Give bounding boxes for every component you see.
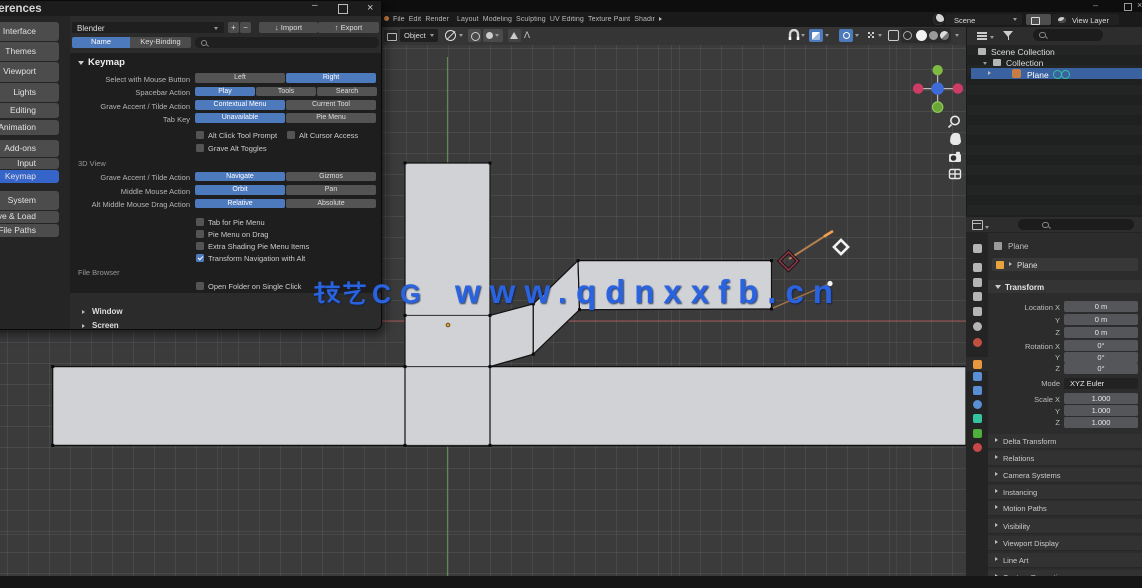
svg-text:CG: CG: [372, 279, 430, 309]
svg-text:www.qdnxxfb.cn: www.qdnxxfb.cn: [454, 273, 842, 310]
